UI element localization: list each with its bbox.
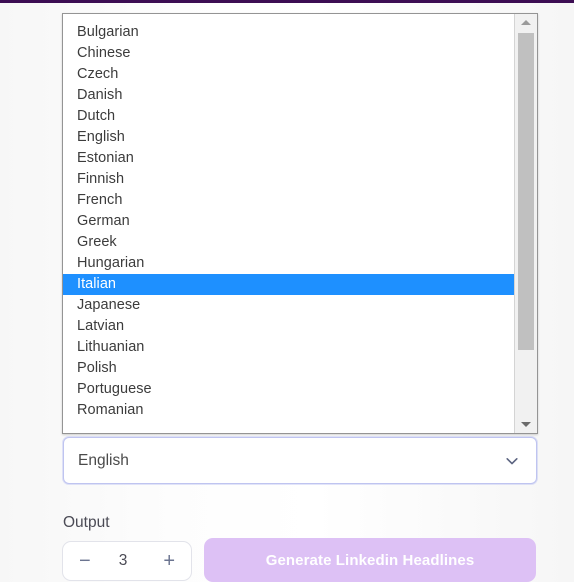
- scrollbar-thumb[interactable]: [518, 33, 534, 350]
- quantity-value: 3: [118, 552, 128, 569]
- list-item-selected[interactable]: Italian: [63, 274, 514, 295]
- top-accent-bar: [0, 0, 574, 3]
- list-item[interactable]: Portuguese: [63, 379, 514, 400]
- list-item[interactable]: Romanian: [63, 400, 514, 421]
- triangle-down-icon[interactable]: [515, 416, 537, 433]
- list-item[interactable]: Danish: [63, 85, 514, 106]
- language-options-list[interactable]: Bulgarian Chinese Czech Danish Dutch Eng…: [63, 14, 514, 433]
- list-item[interactable]: Estonian: [63, 148, 514, 169]
- list-item[interactable]: Greek: [63, 232, 514, 253]
- list-item[interactable]: Dutch: [63, 106, 514, 127]
- list-item[interactable]: Finnish: [63, 169, 514, 190]
- list-item[interactable]: Chinese: [63, 43, 514, 64]
- language-options-popup[interactable]: Bulgarian Chinese Czech Danish Dutch Eng…: [62, 13, 538, 434]
- quantity-stepper[interactable]: − 3 +: [62, 541, 192, 581]
- list-item[interactable]: Lithuanian: [63, 337, 514, 358]
- list-item[interactable]: English: [63, 127, 514, 148]
- chevron-down-icon[interactable]: [504, 453, 520, 469]
- list-item[interactable]: Hungarian: [63, 253, 514, 274]
- language-select[interactable]: English: [63, 437, 537, 484]
- language-select-value: English: [78, 451, 129, 469]
- list-item[interactable]: Latvian: [63, 316, 514, 337]
- increment-button[interactable]: +: [163, 551, 175, 571]
- listbox-scrollbar[interactable]: [514, 14, 537, 433]
- generate-linkedin-headlines-button[interactable]: Generate Linkedin Headlines: [204, 538, 536, 582]
- list-item[interactable]: Bulgarian: [63, 22, 514, 43]
- list-item[interactable]: French: [63, 190, 514, 211]
- list-item[interactable]: Japanese: [63, 295, 514, 316]
- list-item[interactable]: Czech: [63, 64, 514, 85]
- triangle-up-icon[interactable]: [515, 14, 537, 31]
- list-item[interactable]: German: [63, 211, 514, 232]
- output-label: Output: [63, 514, 110, 531]
- decrement-button[interactable]: −: [79, 551, 91, 571]
- list-item[interactable]: Polish: [63, 358, 514, 379]
